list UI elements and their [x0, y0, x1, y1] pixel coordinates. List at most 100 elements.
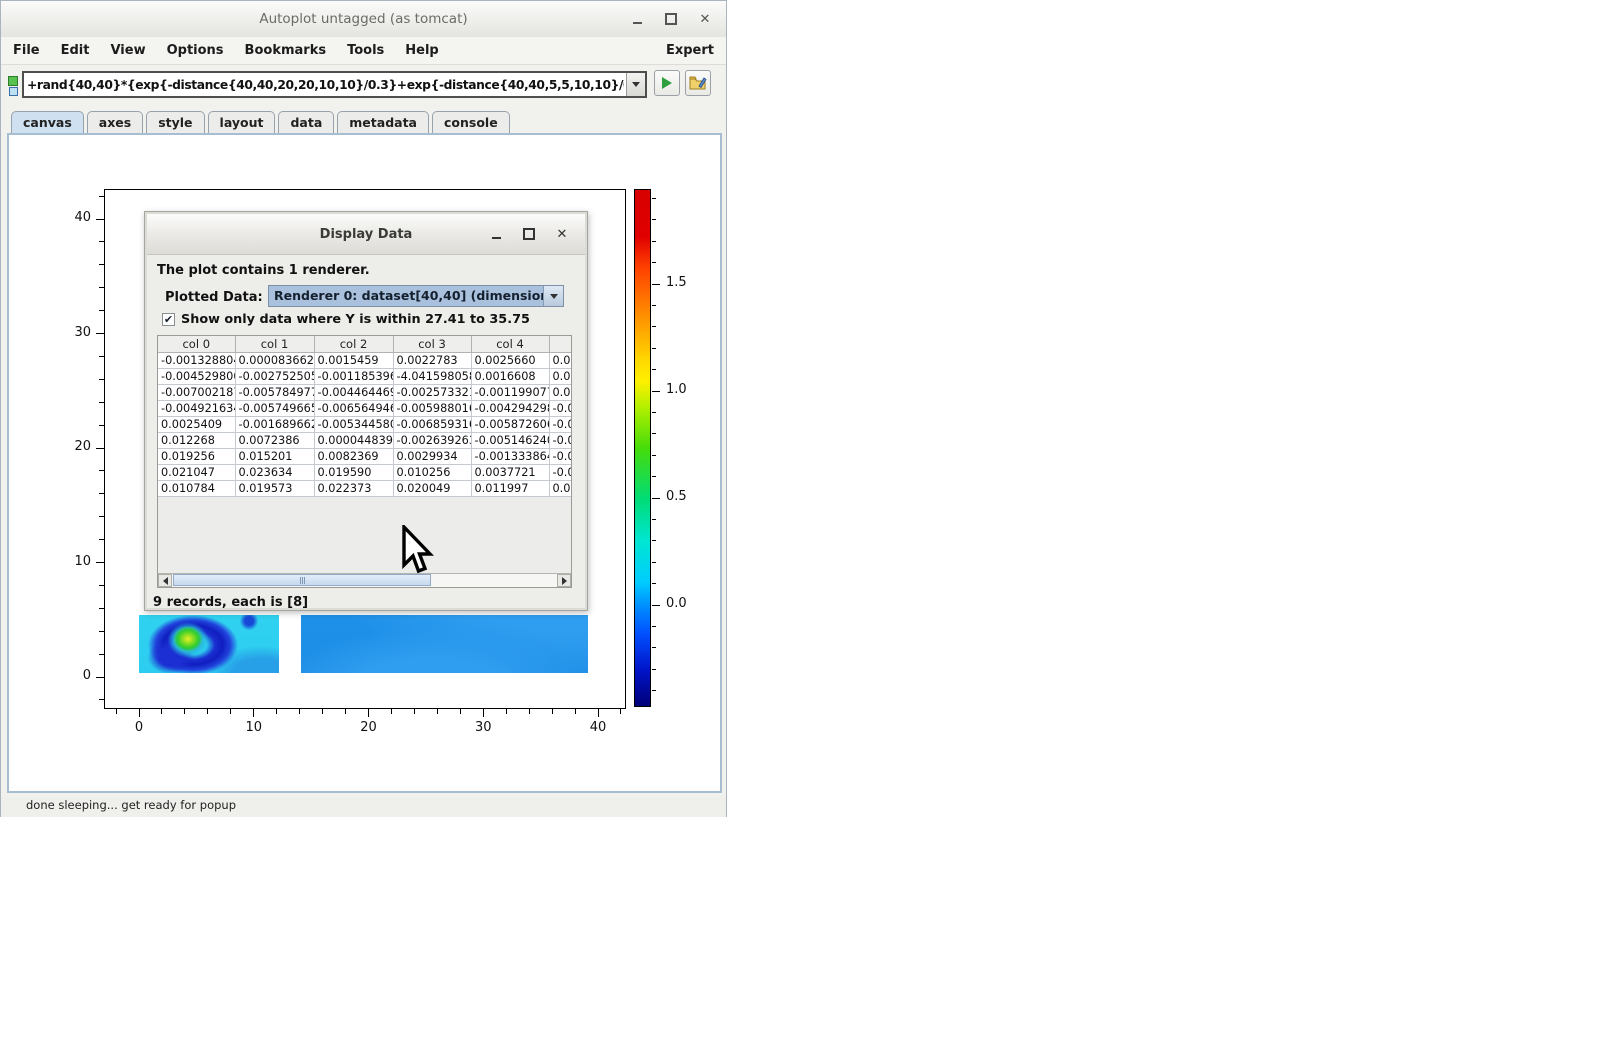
menu-file[interactable]: File: [13, 43, 40, 58]
table-row[interactable]: 0.0025409-0.001689662...-0.005344580...-…: [158, 417, 571, 433]
table-cell[interactable]: 0.019590: [314, 465, 393, 481]
table-cell[interactable]: -0.006564946...: [314, 401, 393, 417]
tab-metadata[interactable]: metadata: [337, 111, 429, 133]
table-cell[interactable]: -0.004294298...: [471, 401, 549, 417]
column-header[interactable]: col 4: [471, 336, 549, 353]
filter-checkbox[interactable]: ✔: [162, 313, 175, 326]
table-cell[interactable]: -0.001185396...: [314, 369, 393, 385]
table-cell[interactable]: -0.0: [549, 449, 571, 465]
data-table[interactable]: col 0col 1col 2col 3col 4 -0.001328804...…: [158, 336, 572, 497]
table-cell[interactable]: 0.0016608: [471, 369, 549, 385]
column-header[interactable]: [549, 336, 571, 353]
table-cell[interactable]: 0.012268: [158, 433, 235, 449]
column-header[interactable]: col 3: [393, 336, 471, 353]
table-cell[interactable]: -0.001333864...: [471, 449, 549, 465]
table-cell[interactable]: -4.041598058...: [393, 369, 471, 385]
tab-axes[interactable]: axes: [87, 111, 143, 133]
table-cell[interactable]: 0.023634: [235, 465, 314, 481]
table-cell[interactable]: -0.005344580...: [314, 417, 393, 433]
table-row[interactable]: -0.004529800...-0.002752505...-0.0011853…: [158, 369, 571, 385]
table-cell[interactable]: 0.020049: [393, 481, 471, 497]
scrollbar-thumb[interactable]: [173, 574, 431, 586]
table-row[interactable]: 0.0210470.0236340.0195900.0102560.003772…: [158, 465, 571, 481]
table-cell[interactable]: -0.005749665...: [235, 401, 314, 417]
uri-dropdown-button[interactable]: [626, 73, 645, 96]
tab-console[interactable]: console: [432, 111, 510, 133]
plotted-data-combobox[interactable]: Renderer 0: dataset[40,40] (dimension...: [268, 285, 564, 307]
table-cell[interactable]: -0.001199077...: [471, 385, 549, 401]
table-cell[interactable]: -0.005988016...: [393, 401, 471, 417]
combo-arrow-button[interactable]: [543, 286, 563, 306]
table-cell[interactable]: 0.00: [549, 353, 571, 369]
table-cell[interactable]: 0.0072386: [235, 433, 314, 449]
table-cell[interactable]: 0.00: [549, 385, 571, 401]
dialog-titlebar[interactable]: Display Data ✕: [147, 214, 585, 255]
menu-tools[interactable]: Tools: [347, 43, 384, 58]
dialog-maximize-icon[interactable]: [522, 227, 536, 241]
table-row[interactable]: 0.0107840.0195730.0223730.0200490.011997…: [158, 481, 571, 497]
table-cell[interactable]: 0.022373: [314, 481, 393, 497]
table-cell[interactable]: 0.019256: [158, 449, 235, 465]
table-cell[interactable]: 0.00: [549, 369, 571, 385]
table-cell[interactable]: -0.004921634...: [158, 401, 235, 417]
table-cell[interactable]: 0.010256: [393, 465, 471, 481]
table-cell[interactable]: 0.0025660: [471, 353, 549, 369]
table-cell[interactable]: 0.010784: [158, 481, 235, 497]
inspect-uri-button[interactable]: [685, 70, 711, 96]
table-row[interactable]: 0.0192560.0152010.00823690.0029934-0.001…: [158, 449, 571, 465]
scrollbar-track[interactable]: [172, 574, 557, 587]
menu-view[interactable]: View: [110, 43, 145, 58]
table-cell[interactable]: 0.0082369: [314, 449, 393, 465]
table-cell[interactable]: -0.002752505...: [235, 369, 314, 385]
table-cell[interactable]: 0.0022783: [393, 353, 471, 369]
table-cell[interactable]: -0.005146240...: [471, 433, 549, 449]
horizontal-scrollbar[interactable]: [158, 573, 571, 587]
column-header[interactable]: col 2: [314, 336, 393, 353]
table-row[interactable]: -0.004921634...-0.005749665...-0.0065649…: [158, 401, 571, 417]
table-cell[interactable]: -0.001689662...: [235, 417, 314, 433]
table-row[interactable]: 0.0122680.00723860.000044839-0.002639263…: [158, 433, 571, 449]
table-cell[interactable]: -0.004529800...: [158, 369, 235, 385]
table-cell[interactable]: 0.021047: [158, 465, 235, 481]
tab-layout[interactable]: layout: [208, 111, 276, 133]
table-cell[interactable]: 0.0037721: [471, 465, 549, 481]
column-header[interactable]: col 1: [235, 336, 314, 353]
uri-input[interactable]: [24, 73, 626, 96]
table-row[interactable]: -0.001328804...0.0000836620.00154590.002…: [158, 353, 571, 369]
column-header[interactable]: col 0: [158, 336, 235, 353]
tab-style[interactable]: style: [146, 111, 204, 133]
dialog-minimize-icon[interactable]: [489, 227, 503, 241]
table-cell[interactable]: 0.0025409: [158, 417, 235, 433]
minimize-icon[interactable]: [630, 12, 644, 26]
scroll-right-button[interactable]: [557, 574, 571, 587]
table-cell[interactable]: -0.007002187...: [158, 385, 235, 401]
close-icon[interactable]: ✕: [698, 12, 712, 26]
go-button[interactable]: [654, 70, 680, 96]
table-cell[interactable]: 0.019573: [235, 481, 314, 497]
scroll-left-button[interactable]: [158, 574, 172, 587]
table-cell[interactable]: -0.0: [549, 433, 571, 449]
table-cell[interactable]: -0.002573321...: [393, 385, 471, 401]
menu-help[interactable]: Help: [405, 43, 438, 58]
table-cell[interactable]: -0.0: [549, 417, 571, 433]
table-cell[interactable]: -0.002639263...: [393, 433, 471, 449]
table-cell[interactable]: 0.000083662: [235, 353, 314, 369]
table-cell[interactable]: 0.000044839: [314, 433, 393, 449]
dialog-close-icon[interactable]: ✕: [555, 227, 569, 241]
table-cell[interactable]: -0.005872606...: [471, 417, 549, 433]
table-cell[interactable]: -0.006859316...: [393, 417, 471, 433]
table-cell[interactable]: 0.0029934: [393, 449, 471, 465]
menu-bookmarks[interactable]: Bookmarks: [245, 43, 327, 58]
expert-mode-label[interactable]: Expert: [666, 43, 714, 58]
table-cell[interactable]: -0.005784977...: [235, 385, 314, 401]
table-cell[interactable]: -0.004464469...: [314, 385, 393, 401]
table-cell[interactable]: -0.0: [549, 401, 571, 417]
table-cell[interactable]: 0.00: [549, 481, 571, 497]
table-cell[interactable]: -0.001328804...: [158, 353, 235, 369]
tab-data[interactable]: data: [278, 111, 334, 133]
table-cell[interactable]: 0.015201: [235, 449, 314, 465]
maximize-icon[interactable]: [664, 12, 678, 26]
window-titlebar[interactable]: Autoplot untagged (as tomcat) ✕: [1, 1, 726, 38]
tab-canvas[interactable]: canvas: [11, 111, 84, 133]
table-cell[interactable]: 0.0015459: [314, 353, 393, 369]
